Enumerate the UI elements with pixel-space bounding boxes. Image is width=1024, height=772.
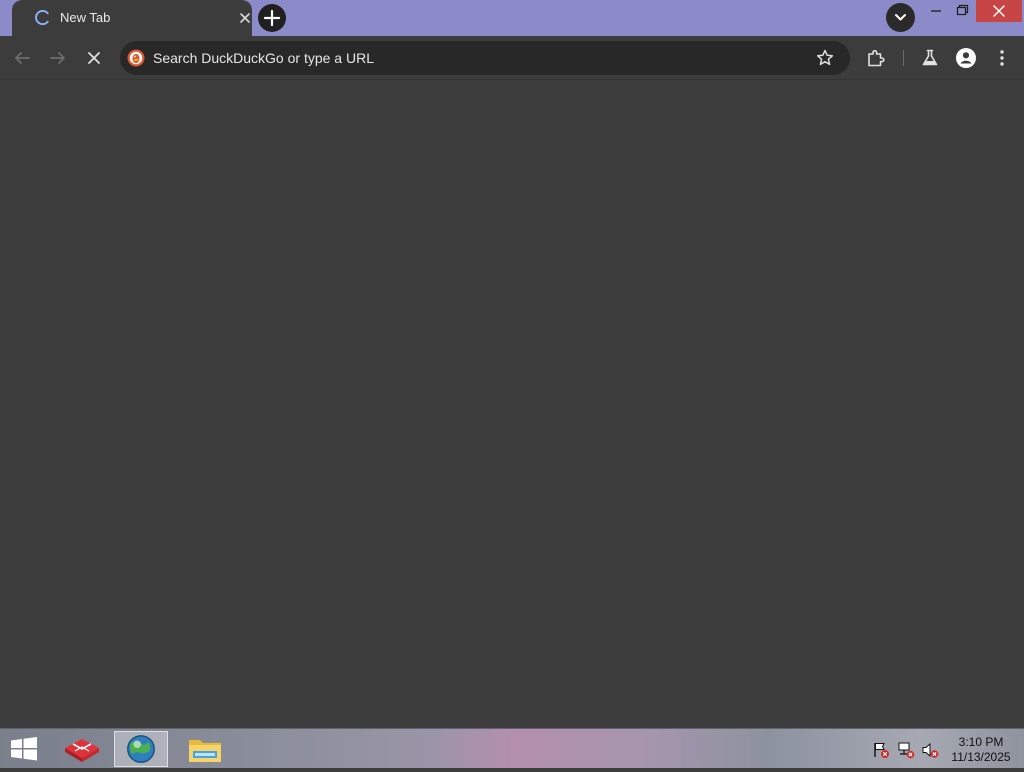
taskbar-browser[interactable]	[114, 731, 168, 767]
toolbar-divider	[903, 50, 904, 66]
arrow-right-icon	[50, 52, 65, 64]
close-window-button[interactable]	[976, 0, 1022, 22]
windows-taskbar: 3:10 PM 11/13/2025	[0, 728, 1024, 768]
clock-date: 11/13/2025	[951, 750, 1011, 764]
person-icon	[956, 48, 976, 68]
flask-icon	[922, 49, 938, 66]
page-content	[0, 81, 1024, 728]
restore-icon	[956, 4, 969, 16]
taskbar-clock[interactable]: 3:10 PM 11/13/2025	[944, 735, 1018, 765]
close-icon[interactable]	[236, 9, 254, 27]
red-box-icon	[65, 739, 99, 762]
duckduckgo-icon	[127, 49, 145, 67]
forward-button[interactable]	[46, 46, 70, 70]
minimize-button[interactable]	[924, 0, 948, 22]
menu-button[interactable]	[990, 46, 1014, 70]
back-button[interactable]	[10, 46, 34, 70]
taskbar-file-explorer[interactable]	[178, 731, 232, 767]
tab-title: New Tab	[60, 10, 111, 25]
stop-loading-button[interactable]	[82, 46, 106, 70]
restore-button[interactable]	[950, 0, 974, 22]
flag-error-icon[interactable]	[872, 741, 890, 759]
minimize-icon	[931, 10, 941, 12]
extensions-button[interactable]	[864, 46, 888, 70]
kebab-menu-icon	[1000, 50, 1004, 66]
labs-button[interactable]	[918, 46, 942, 70]
windows-logo-icon	[11, 737, 37, 761]
folder-icon	[189, 740, 221, 762]
browser-toolbar: Search DuckDuckGo or type a URL	[0, 36, 1024, 80]
globe-icon	[127, 735, 155, 763]
star-icon[interactable]	[815, 48, 835, 68]
close-icon	[88, 52, 100, 64]
network-error-icon[interactable]	[897, 741, 915, 759]
arrow-left-icon	[15, 52, 30, 64]
tab-new-tab[interactable]: New Tab	[12, 0, 252, 36]
address-bar[interactable]: Search DuckDuckGo or type a URL	[120, 41, 850, 75]
address-bar-placeholder: Search DuckDuckGo or type a URL	[153, 50, 374, 66]
new-tab-button[interactable]	[258, 4, 286, 32]
taskbar-app-red[interactable]	[55, 731, 109, 767]
close-icon	[993, 5, 1005, 17]
clock-time: 3:10 PM	[958, 735, 1004, 749]
spinner-icon	[35, 9, 49, 26]
puzzle-icon	[868, 49, 885, 67]
start-button[interactable]	[6, 734, 42, 764]
chevron-down-icon	[895, 14, 906, 21]
tab-search-button[interactable]	[886, 3, 915, 32]
plus-icon	[263, 9, 281, 27]
profile-button[interactable]	[954, 46, 978, 70]
speaker-muted-icon[interactable]	[921, 741, 939, 759]
browser-titlebar: New Tab	[0, 0, 1024, 36]
